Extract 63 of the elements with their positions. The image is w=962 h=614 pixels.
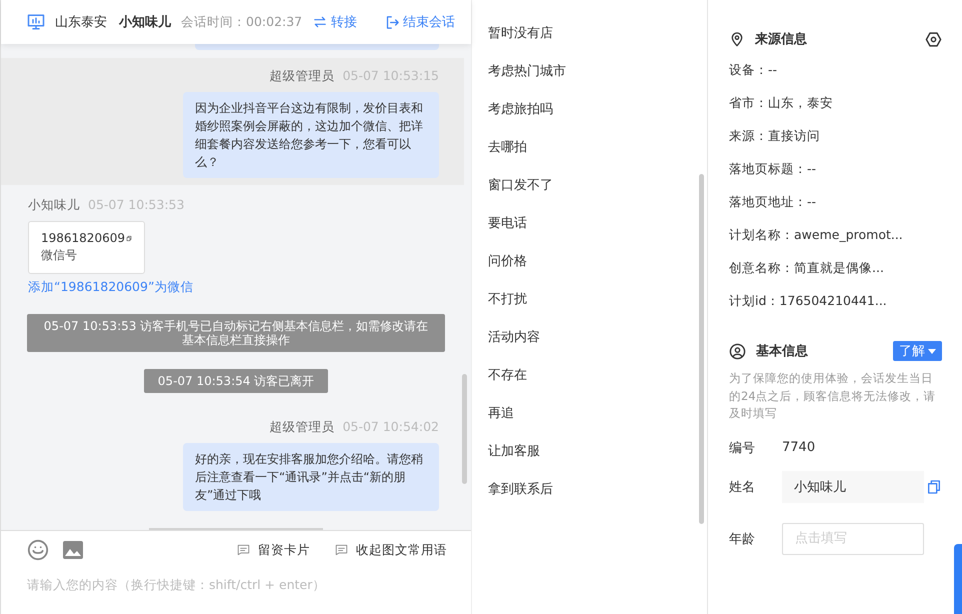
phrase-item[interactable]: 要电话	[472, 214, 707, 252]
phrase-item[interactable]: 再追	[472, 404, 707, 442]
transfer-button[interactable]: 转接	[312, 13, 358, 31]
scrollbar-thumb[interactable]	[699, 174, 704, 524]
field-label: 年龄	[729, 530, 756, 548]
contact-label: 微信号	[41, 247, 78, 264]
monitor-icon	[27, 13, 45, 31]
message-time: 05-07 10:53:53	[88, 197, 184, 214]
name-field[interactable]: 小知味儿	[782, 470, 924, 502]
source-info-row-text: 计划名称：aweme_promot...	[729, 226, 904, 244]
message-bubble: 好的亲，现在安排客服加您介绍哈。请您稍后注意查看一下“通讯录”并点击“新的朋友”通过下哦	[183, 443, 439, 511]
section-title: 基本信息	[756, 343, 809, 360]
lead-card-button[interactable]: 留资卡片	[236, 542, 310, 558]
source-info-row-text: 创意名称：简直就是偶像...	[729, 259, 885, 277]
source-info-row-text: 落地页地址：--	[729, 193, 818, 211]
phrase-item[interactable]: 让加客服	[472, 442, 707, 480]
settings-icon	[925, 30, 942, 48]
message-icon	[334, 543, 349, 557]
phrase-item[interactable]: 不打扰	[472, 290, 707, 328]
sender-name: 小知味儿	[28, 197, 80, 214]
caret-icon	[928, 348, 936, 354]
end-session-button[interactable]: 结束会话	[385, 13, 456, 31]
location-pin-icon	[729, 31, 745, 47]
source-info-row-text: 设备：--	[729, 61, 778, 79]
source-info-row-text: 来源：直接访问	[729, 127, 821, 145]
field-label: 姓名	[729, 478, 756, 496]
emoji-icon	[27, 539, 49, 561]
collapse-phrases-button[interactable]: 收起图文常用语	[334, 542, 447, 558]
phrase-item[interactable]: 拿到联系后	[472, 480, 707, 518]
message-time: 05-07 10:54:02	[342, 419, 439, 436]
contact-number: 19861820609	[41, 231, 125, 245]
sender-name: 超级管理员	[270, 68, 335, 85]
phrase-item[interactable]: 问价格	[472, 252, 707, 290]
phrase-item[interactable]: 不存在	[472, 366, 707, 404]
field-label: 编号	[729, 440, 756, 456]
phrase-item[interactable]: 去哪拍	[472, 138, 707, 176]
system-notice: 05-07 10:53:54 访客已离开	[144, 369, 328, 393]
phrase-item[interactable]: 暂时没有店	[472, 24, 707, 62]
image-icon[interactable]	[63, 541, 83, 559]
source-info-row-text: 计划id：176504210441...	[729, 292, 888, 310]
phrase-item[interactable]: 考虑旅拍吗	[472, 100, 707, 138]
visitor-name: 小知味儿	[119, 14, 171, 31]
info-note: 为了保障您的使用体验，会话发生当日的24点之后，顾客信息将无法修改，请及时填写	[729, 370, 937, 422]
source-info-row-text: 省市：山东，泰安	[729, 94, 834, 112]
message-icon	[236, 543, 251, 557]
user-circle-icon	[729, 342, 746, 360]
visitor-location: 山东泰安	[55, 14, 107, 31]
field-value: 7740	[782, 440, 816, 455]
phrase-item[interactable]: 活动内容	[472, 328, 707, 366]
message-bubble: 因为企业抖音平台这边有限制，发价目表和婚纱照案例会屏蔽的，这边加个微信、把详细套餐内容发送给您参考一下，您看可以么？	[183, 92, 439, 178]
session-duration: 会话时间：00:02:37	[181, 14, 302, 30]
learn-more-button[interactable]: 了解	[893, 341, 942, 361]
source-info-row-text: 落地页标题：--	[729, 160, 818, 178]
swap-arrows-icon	[312, 15, 328, 29]
copy-icon	[926, 478, 942, 494]
phrase-item[interactable]: 考虑热门城市	[472, 62, 707, 100]
scrollbar-thumb[interactable]	[462, 374, 467, 484]
phrase-item[interactable]: 窗口发不了	[472, 176, 707, 214]
exit-icon	[385, 14, 400, 30]
section-title: 来源信息	[755, 31, 808, 48]
system-notice: 05-07 10:53:53 访客手机号已自动标记右侧基本信息栏，如需修改请在基本信息栏直接操作	[27, 314, 445, 352]
sender-name: 超级管理员	[270, 419, 335, 436]
side-tab[interactable]	[954, 544, 962, 614]
